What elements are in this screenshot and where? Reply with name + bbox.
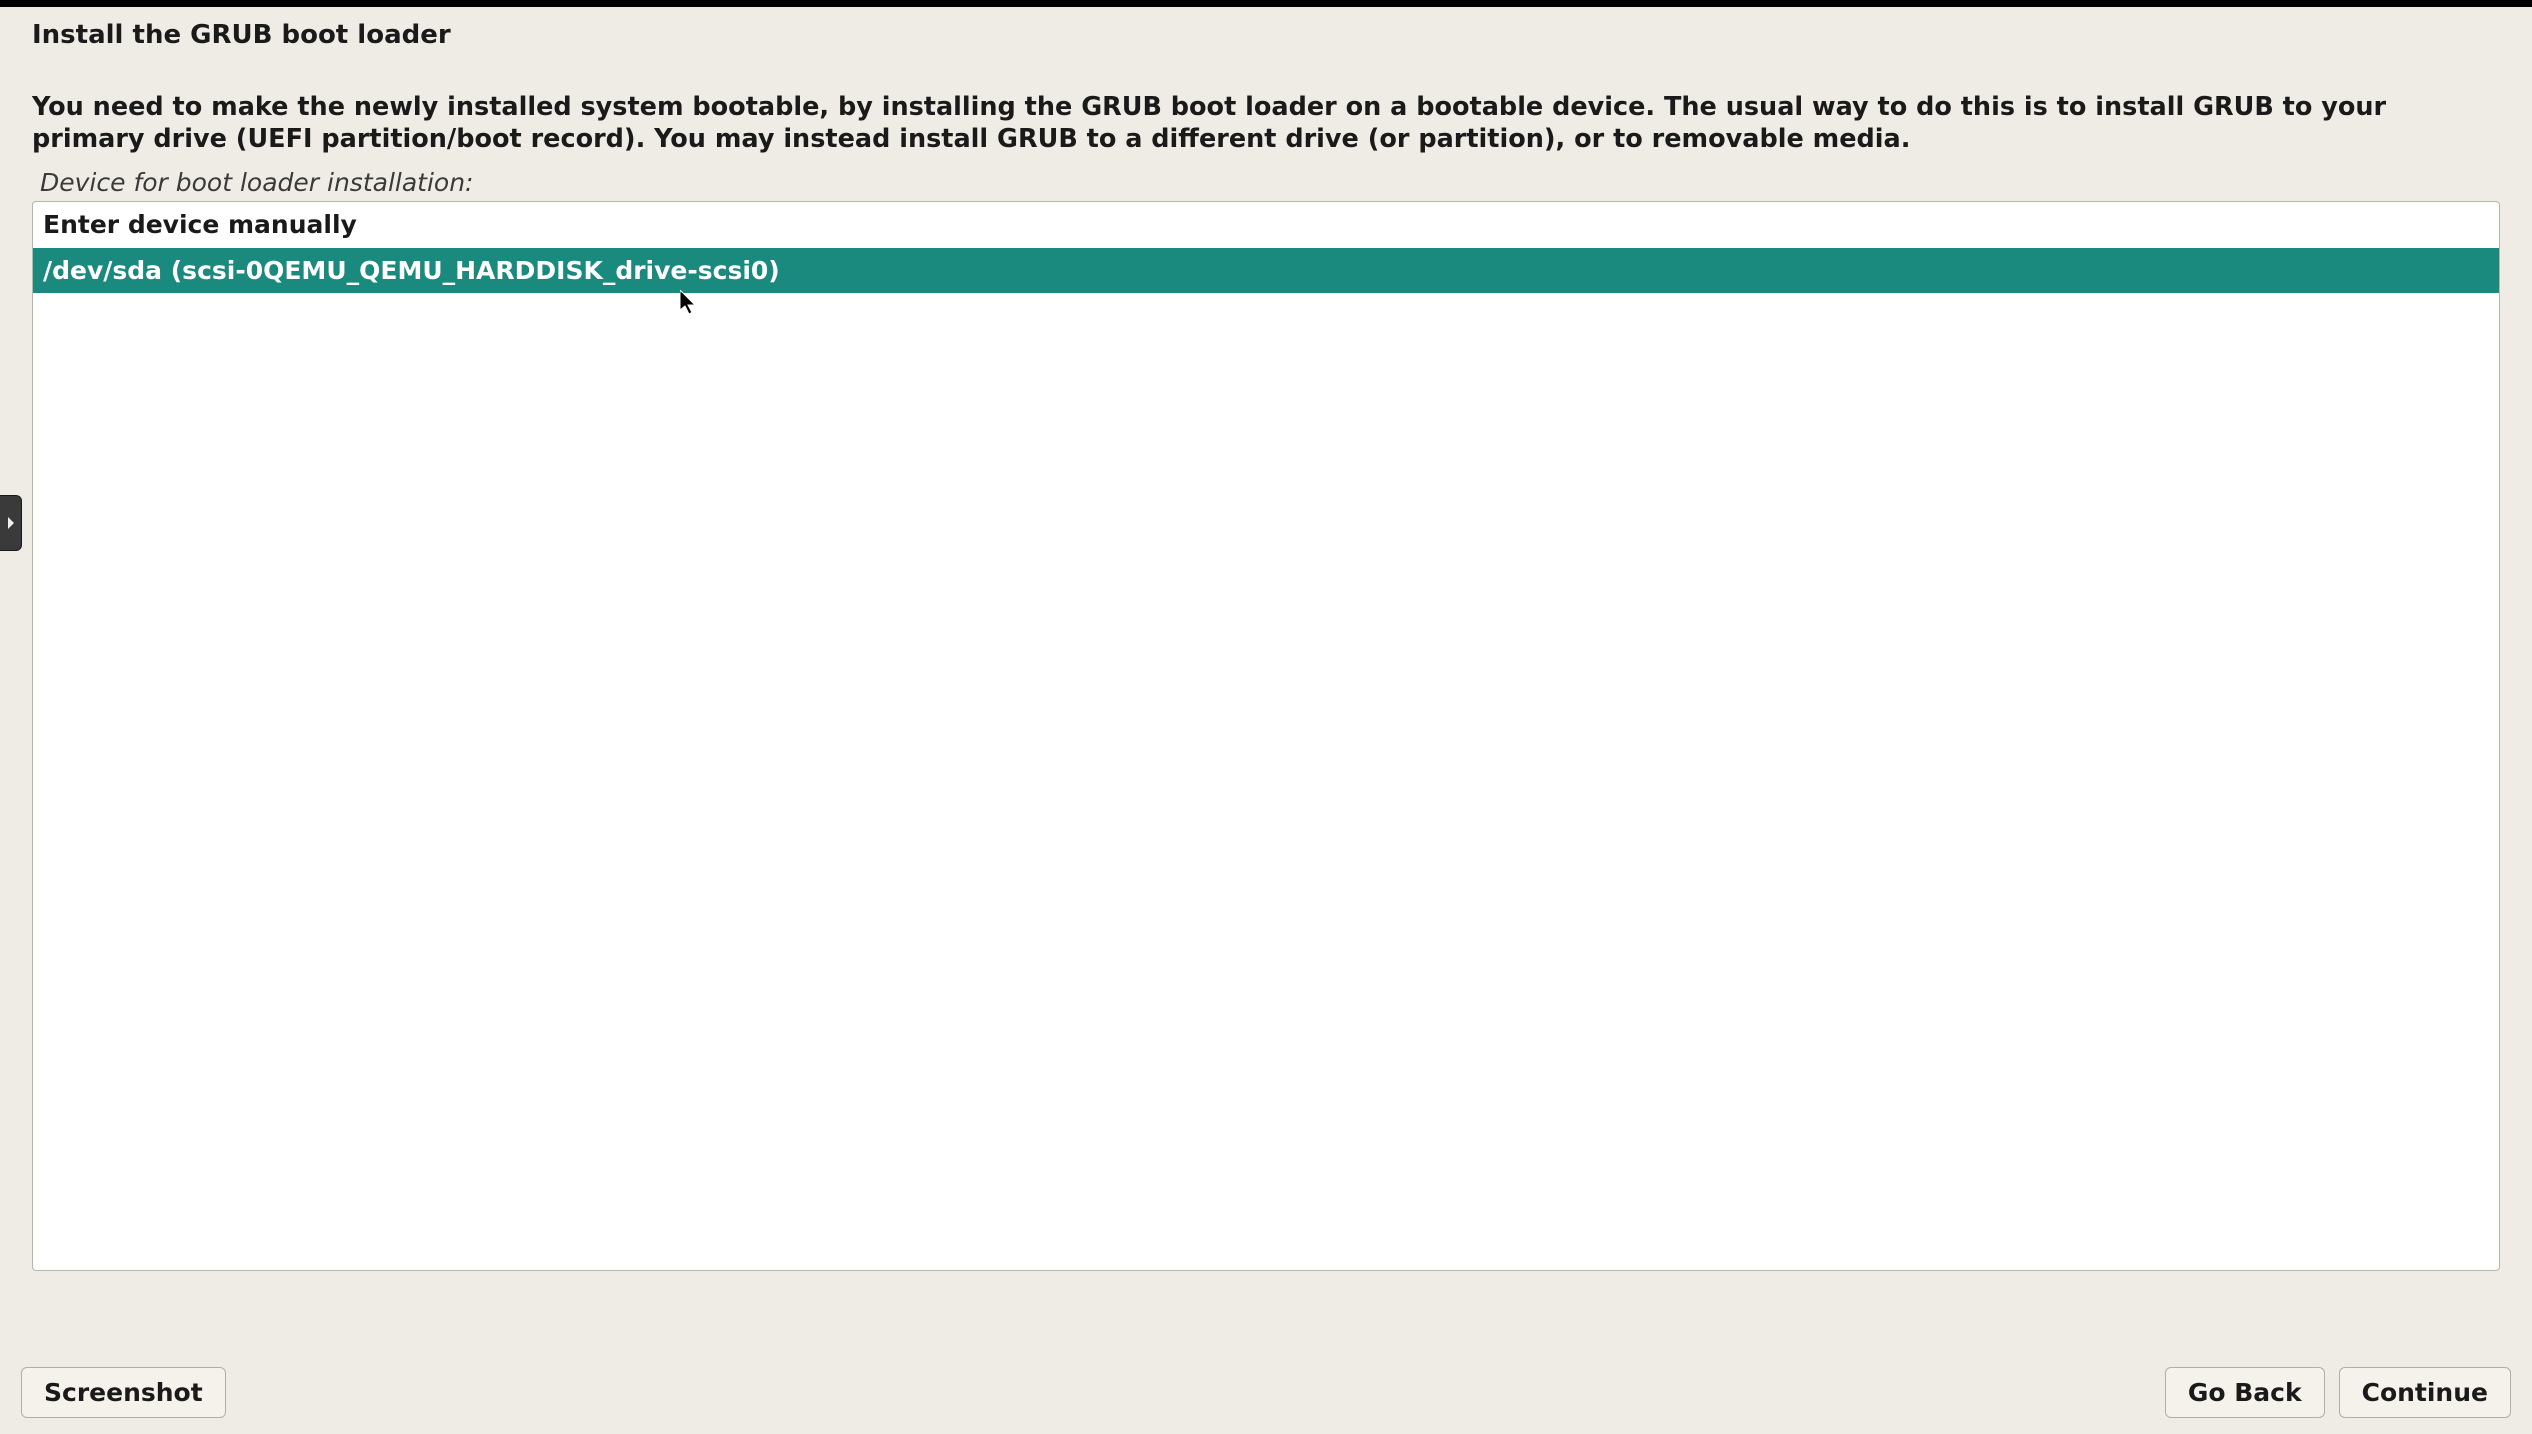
prompt-label: Device for boot loader installation: [40, 168, 2500, 197]
device-listbox[interactable]: Enter device manually /dev/sda (scsi-0QE… [32, 201, 2500, 1271]
continue-button[interactable]: Continue [2339, 1367, 2511, 1418]
installer-content: Install the GRUB boot loader You need to… [0, 7, 2532, 1358]
list-item-dev-sda[interactable]: /dev/sda (scsi-0QEMU_QEMU_HARDDISK_drive… [33, 248, 2499, 294]
list-item-manual[interactable]: Enter device manually [33, 202, 2499, 248]
go-back-button[interactable]: Go Back [2165, 1367, 2325, 1418]
sidebar-expand-tab[interactable] [0, 495, 22, 551]
footer-bar: Screenshot Go Back Continue [0, 1358, 2532, 1434]
page-title: Install the GRUB boot loader [32, 20, 2500, 50]
screenshot-button[interactable]: Screenshot [21, 1367, 226, 1418]
chevron-right-icon [6, 516, 16, 530]
description-text: You need to make the newly installed sys… [32, 92, 2500, 156]
